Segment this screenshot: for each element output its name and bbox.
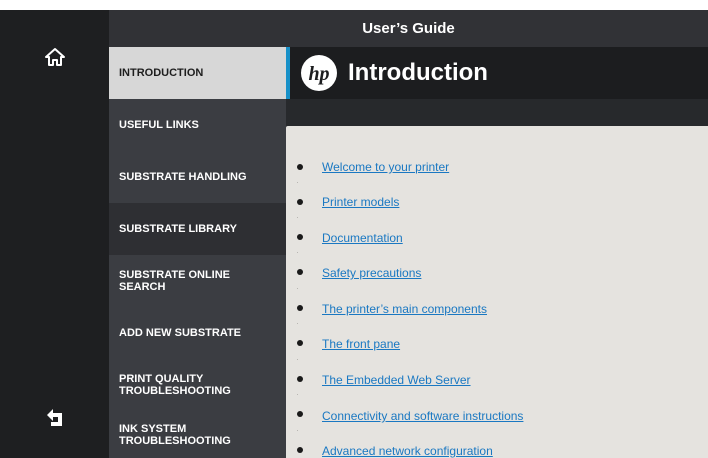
divider	[297, 359, 298, 360]
divider	[297, 217, 298, 218]
page-title: Introduction	[348, 59, 488, 86]
link-documentation[interactable]: Documentation	[322, 231, 403, 245]
bullet-icon	[297, 411, 303, 417]
sidebar-item-introduction[interactable]: INTRODUCTION	[109, 47, 286, 99]
home-icon	[45, 48, 65, 66]
bullet-icon	[297, 269, 303, 275]
user-guide-app: User’s Guide INTRODUCTION USEFUL LINKS S…	[0, 10, 708, 458]
link-printer-models[interactable]: Printer models	[322, 195, 399, 209]
sidebar-item-ink-system-troubleshooting[interactable]: INK SYSTEM TROUBLESHOOTING	[109, 411, 286, 458]
back-button[interactable]	[36, 399, 74, 437]
bullet-icon	[297, 340, 303, 346]
sidebar-item-substrate-online-search[interactable]: SUBSTRATE ONLINE SEARCH	[109, 255, 286, 307]
sidebar-item-useful-links[interactable]: USEFUL LINKS	[109, 99, 286, 151]
link-welcome-to-your-printer[interactable]: Welcome to your printer	[322, 160, 449, 174]
content-panel: Welcome to your printer Printer models D…	[286, 126, 708, 458]
header-accent-bar	[286, 47, 290, 99]
divider	[297, 182, 298, 183]
divider	[297, 288, 298, 289]
link-safety-precautions[interactable]: Safety precautions	[322, 266, 421, 280]
sidebar-item-print-quality-troubleshooting[interactable]: PRINT QUALITY TROUBLESHOOTING	[109, 359, 286, 411]
bullet-icon	[297, 164, 303, 170]
sidebar-nav: INTRODUCTION USEFUL LINKS SUBSTRATE HAND…	[109, 47, 286, 458]
left-rail	[0, 10, 109, 458]
sidebar-item-substrate-library[interactable]: SUBSTRATE LIBRARY	[109, 203, 286, 255]
link-connectivity-software[interactable]: Connectivity and software instructions	[322, 409, 523, 423]
svg-text:hp: hp	[308, 63, 329, 85]
bullet-icon	[297, 376, 303, 382]
bullet-icon	[297, 447, 303, 453]
bullet-icon	[297, 199, 303, 205]
divider	[297, 323, 298, 324]
divider	[297, 252, 298, 253]
link-front-pane[interactable]: The front pane	[322, 337, 400, 351]
bullet-icon	[297, 305, 303, 311]
divider	[297, 394, 298, 395]
sidebar-item-substrate-handling[interactable]: SUBSTRATE HANDLING	[109, 151, 286, 203]
link-embedded-web-server[interactable]: The Embedded Web Server	[322, 373, 471, 387]
link-printer-main-components[interactable]: The printer’s main components	[322, 302, 487, 316]
hp-logo-icon: hp	[301, 55, 337, 91]
home-button[interactable]	[36, 38, 74, 76]
divider	[297, 430, 298, 431]
window-title: User’s Guide	[109, 10, 708, 47]
link-advanced-network-configuration[interactable]: Advanced network configuration	[322, 444, 493, 458]
sidebar-item-add-new-substrate[interactable]: ADD NEW SUBSTRATE	[109, 307, 286, 359]
back-arrow-icon	[47, 409, 62, 426]
bullet-icon	[297, 234, 303, 240]
